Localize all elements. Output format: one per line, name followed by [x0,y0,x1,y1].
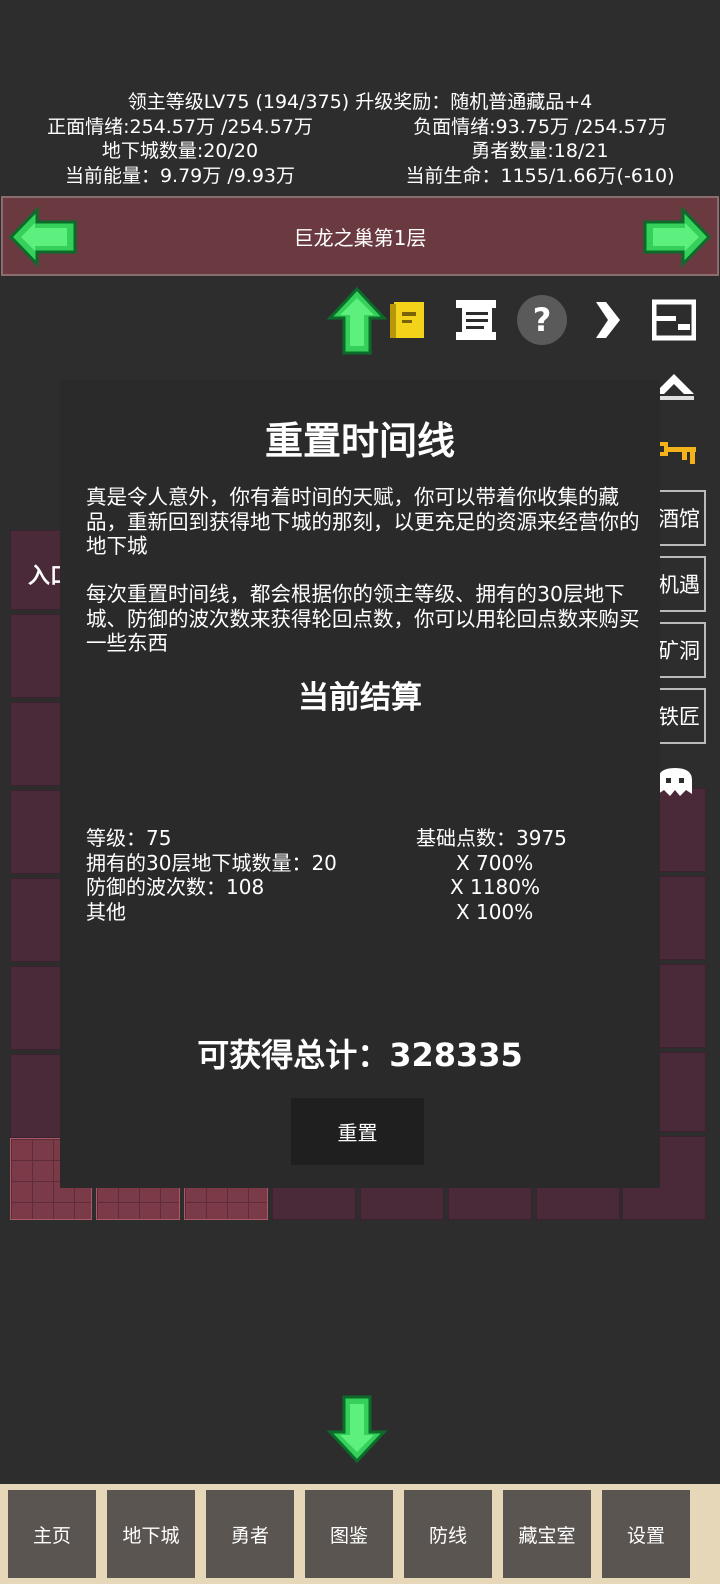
down-floor-arrow-icon[interactable] [326,1394,388,1464]
waves-multiplier: X 1180% [450,875,540,899]
current-life: 当前生命：1155/1.66万(-610) [405,164,675,187]
nav-defense-button[interactable]: 防线 [404,1490,492,1578]
dungeon-30-count: 拥有的30层地下城数量：20 [86,850,337,875]
bottom-nav: 主页 地下城 勇者 图鉴 防线 藏宝室 设置 [0,1484,720,1584]
lord-stats: 领主等级LV75 (194/375) 升级奖励：随机普通藏品+4 正面情绪:25… [0,90,720,188]
other-multiplier: X 100% [456,899,534,924]
chevron-right-icon[interactable] [592,300,622,340]
level-value: 等级：75 [86,826,172,850]
nav-heroes-button[interactable]: 勇者 [206,1490,294,1578]
up-floor-arrow-icon[interactable] [326,286,388,356]
nav-treasury-button[interactable]: 藏宝室 [503,1490,591,1578]
settlement-row: 防御的波次数：108 X 1180% [86,875,646,900]
other-label: 其他 [86,899,126,924]
dialog-description-2: 每次重置时间线，都会根据你的领主等级、拥有的30层地下城、防御的波次数来获得轮回… [86,582,640,655]
book-icon[interactable] [388,300,428,342]
tavern-tab[interactable]: 酒馆 [660,490,706,546]
scroll-icon[interactable] [452,296,500,344]
svg-text:?: ? [533,301,552,339]
mine-tab-label: 矿洞 [660,639,700,663]
negative-emotion: 负面情绪:93.75万 /254.57万 [413,115,667,138]
dialog-description-1: 真是令人意外，你有着时间的天赋，你可以带着你收集的藏品，重新回到获得地下城的那刻… [86,485,640,558]
settlement-row: 等级：75 基础点数：3975 [86,826,646,851]
next-floor-arrow-icon[interactable] [641,206,713,268]
lord-level-text: 领主等级LV75 (194/375) 升级奖励：随机普通藏品+4 [127,91,593,113]
tavern-tab-label: 酒馆 [660,507,700,531]
blacksmith-tab[interactable]: 铁匠 [660,688,706,744]
blacksmith-tab-label: 铁匠 [660,705,700,729]
room-cell [10,878,62,962]
positive-emotion: 正面情绪:254.57万 /254.57万 [47,115,313,138]
opportunity-tab[interactable]: 机遇 [660,556,706,612]
nav-settings-button[interactable]: 设置 [602,1490,690,1578]
settlement-row: 其他 X 100% [86,900,646,925]
nav-dungeon-button[interactable]: 地下城 [107,1490,195,1578]
nav-codex-button[interactable]: 图鉴 [305,1490,393,1578]
hero-count: 勇者数量:18/21 [471,140,609,162]
room-cell [10,614,62,698]
room-cell [10,790,62,874]
settlement-row: 拥有的30层地下城数量：20 X 700% [86,851,646,876]
nav-home-button[interactable]: 主页 [8,1490,96,1578]
floor-title: 巨龙之巢第1层 [293,225,427,250]
settlement-title: 当前结算 [298,680,422,716]
opportunity-tab-label: 机遇 [660,573,700,597]
dungeon-count: 地下城数量:20/20 [101,140,259,162]
floor-banner: 巨龙之巢第1层 [1,196,719,276]
reset-button[interactable]: 重置 [291,1098,424,1165]
help-icon[interactable]: ? [515,293,569,347]
dialog-title: 重置时间线 [264,419,455,463]
mine-tab[interactable]: 矿洞 [660,622,706,678]
settlement-table: 等级：75 基础点数：3975 拥有的30层地下城数量：20 X 700% 防御… [86,826,646,924]
current-energy: 当前能量：9.79万 /9.93万 [64,164,296,187]
dungeon-multiplier: X 700% [456,850,534,875]
room-cell [10,702,62,786]
chest-icon[interactable] [652,298,696,342]
base-points: 基础点数：3975 [416,826,567,850]
reset-timeline-dialog: 重置时间线 真是令人意外，你有着时间的天赋，你可以带着你收集的藏品，重新回到获得… [60,380,660,1188]
dungeon-grid-left [10,530,62,1230]
defense-waves: 防御的波次数：108 [86,875,265,899]
room-cell [10,1054,62,1138]
room-cell [10,966,62,1050]
total-points: 可获得总计：328335 [197,1036,523,1074]
previous-floor-arrow-icon[interactable] [7,206,79,268]
